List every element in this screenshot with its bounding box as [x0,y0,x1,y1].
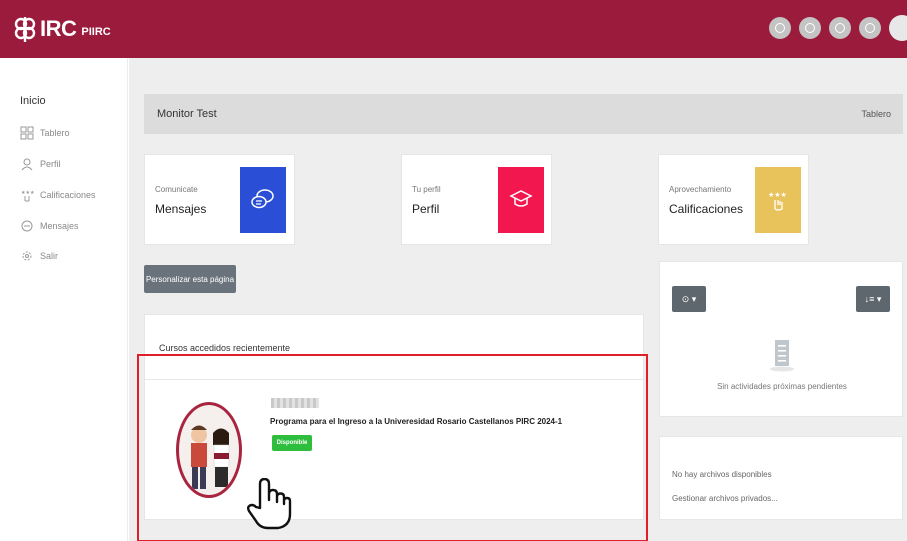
sidebar-item-perfil[interactable]: Perfil [20,157,61,171]
timeline-block: ⊙ ▾ ↓≡ ▾ Sin actividades próximas pendie… [659,261,903,417]
sidebar-item-label: Tablero [40,128,70,138]
private-files-block: No hay archivos disponibles Gestionar ar… [659,436,903,520]
pointing-hand-icon [247,478,292,530]
customize-page-button[interactable]: Personalizar esta página [144,265,236,293]
dashboard-icon [20,126,34,140]
card-title: Mensajes [155,202,207,216]
timeline-sort-button[interactable]: ↓≡ ▾ [856,286,890,312]
card-tile[interactable]: ★★★ [755,167,801,233]
page-title: Monitor Test [157,108,217,120]
card-subtitle: Comunicate [155,185,198,194]
top-icons [761,15,907,41]
svg-text:★★★: ★★★ [768,191,787,199]
files-empty-text: No hay archivos disponibles [672,470,772,479]
bell-icon[interactable] [799,17,821,39]
sidebar-item-label: Calificaciones [40,190,96,200]
profile-icon [21,158,33,171]
empty-list-icon [770,340,794,372]
sidebar-item-label: Salir [40,251,59,261]
sidebar: Inicio Tablero Perfil ★★★ Calificaciones… [0,58,128,541]
card-mensajes[interactable]: Comunicate Mensajes [144,154,295,245]
sidebar-item-tablero[interactable]: Tablero [20,126,70,140]
recent-courses-title: Cursos accedidos recientemente [159,343,291,353]
chat-icon[interactable] [829,17,851,39]
top-navbar: IRC PIIRC [0,0,907,58]
messages-icon [21,220,33,232]
manage-files-link[interactable]: Gestionar archivos privados... [672,494,778,503]
timeline-filter-button[interactable]: ⊙ ▾ [672,286,706,312]
sidebar-home[interactable]: Inicio [20,95,46,107]
chat-bubbles-icon [251,189,274,209]
stars-hand-icon: ★★★ [768,191,787,211]
card-tile[interactable] [498,167,544,233]
site-logo[interactable]: IRC PIIRC [14,16,111,42]
highlight-annotation [137,354,648,541]
card-subtitle: Aprovechamiento [669,185,732,194]
card-title: Perfil [412,202,440,216]
page-header: Monitor Test Tablero [144,94,903,134]
grades-icon: ★★★ [21,190,34,202]
graduation-cap-icon [509,190,533,207]
sidebar-item-label: Mensajes [40,221,79,231]
svg-text:★★★: ★★★ [21,190,34,196]
card-tile[interactable] [240,167,286,233]
user-avatar[interactable] [889,15,907,41]
logo-mark-icon [14,17,36,42]
settings-icon[interactable] [859,17,881,39]
sidebar-item-label: Perfil [40,159,61,169]
sidebar-item-calificaciones[interactable]: ★★★ Calificaciones [20,188,96,202]
logo-subtext: PIIRC [81,25,111,38]
card-subtitle: Tu perfil [412,185,441,194]
notification-icon[interactable] [769,17,791,39]
sidebar-item-salir[interactable]: Salir [20,249,58,263]
breadcrumb-tablero[interactable]: Tablero [861,109,891,119]
card-perfil[interactable]: Tu perfil Perfil [401,154,552,245]
logout-icon [22,251,32,261]
card-calificaciones[interactable]: Aprovechamiento Calificaciones ★★★ [658,154,809,245]
card-title: Calificaciones [669,202,744,216]
timeline-empty-text: Sin actividades próximas pendientes [717,382,847,391]
sidebar-item-mensajes[interactable]: Mensajes [20,219,79,233]
logo-text: IRC [40,16,77,41]
